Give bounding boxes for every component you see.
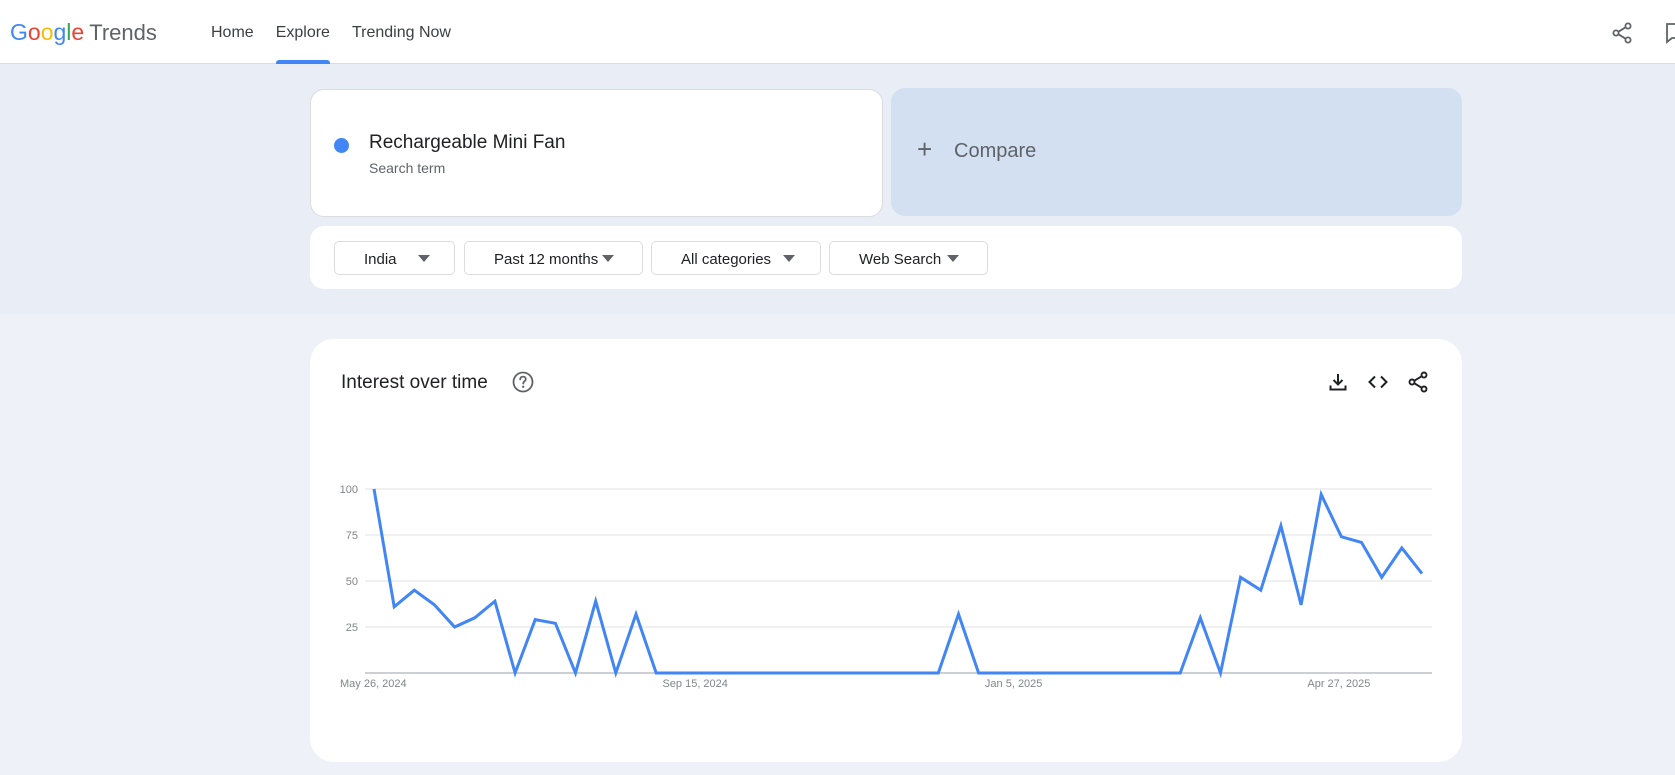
logo-letter: g (53, 19, 67, 45)
y-tick-label: 75 (346, 530, 358, 542)
chevron-down-icon (947, 255, 959, 262)
logo-letter: o (27, 19, 41, 45)
y-tick-label: 50 (346, 576, 358, 588)
region-dropdown-label: India (364, 251, 397, 268)
trends-wordmark: Trends (89, 20, 157, 45)
search-term-name[interactable]: Rechargeable Mini Fan (369, 132, 565, 154)
x-tick-label: Sep 15, 2024 (662, 678, 727, 690)
interest-over-time-card: Interest over time 25 50 75 100 May 26, 2024… (310, 339, 1462, 762)
share-icon[interactable] (1610, 21, 1634, 45)
y-tick-label: 100 (340, 484, 358, 496)
logo-letter: o (40, 19, 54, 45)
compare-button[interactable]: + Compare (891, 88, 1462, 216)
plus-icon: + (917, 134, 933, 164)
nav-tab-trending-now[interactable]: Trending Now (341, 0, 462, 64)
logo-letter: G (10, 19, 28, 45)
x-tick-label: Jan 5, 2025 (985, 678, 1043, 690)
feedback-icon[interactable] (1664, 21, 1675, 45)
chevron-down-icon (418, 255, 430, 262)
interest-line-chart: 25 50 75 100 May 26, 2024 Sep 15, 2024 Jan 5, … (340, 484, 1432, 690)
search-term-card[interactable]: Rechargeable Mini Fan Search term (310, 89, 883, 217)
google-trends-logo[interactable]: Google Trends (10, 19, 157, 46)
category-dropdown[interactable]: All categories (651, 241, 821, 275)
property-dropdown-label: Web Search (859, 251, 942, 268)
filter-bar: India Past 12 months All categories Web … (310, 226, 1462, 289)
compare-label: Compare (954, 140, 1037, 162)
time-range-dropdown[interactable]: Past 12 months (464, 241, 643, 275)
chevron-down-icon (783, 255, 795, 262)
nav-tab-home[interactable]: Home (200, 0, 265, 64)
search-term-type: Search term (369, 160, 446, 176)
category-dropdown-label: All categories (681, 251, 772, 268)
term-color-dot (334, 138, 349, 153)
region-dropdown[interactable]: India (334, 241, 455, 275)
google-wordmark: Google (10, 19, 84, 46)
time-range-dropdown-label: Past 12 months (494, 251, 599, 268)
x-tick-label: Apr 27, 2025 (1307, 678, 1370, 690)
nav-tab-explore[interactable]: Explore (265, 0, 341, 64)
main-nav: Home Explore Trending Now (200, 0, 462, 64)
top-bar: Google Trends Home Explore Trending Now (0, 0, 1675, 64)
property-dropdown[interactable]: Web Search (829, 241, 988, 275)
x-tick-label: May 26, 2024 (340, 678, 407, 690)
y-tick-label: 25 (346, 622, 358, 634)
logo-letter: e (71, 19, 85, 45)
chevron-down-icon (602, 255, 614, 262)
